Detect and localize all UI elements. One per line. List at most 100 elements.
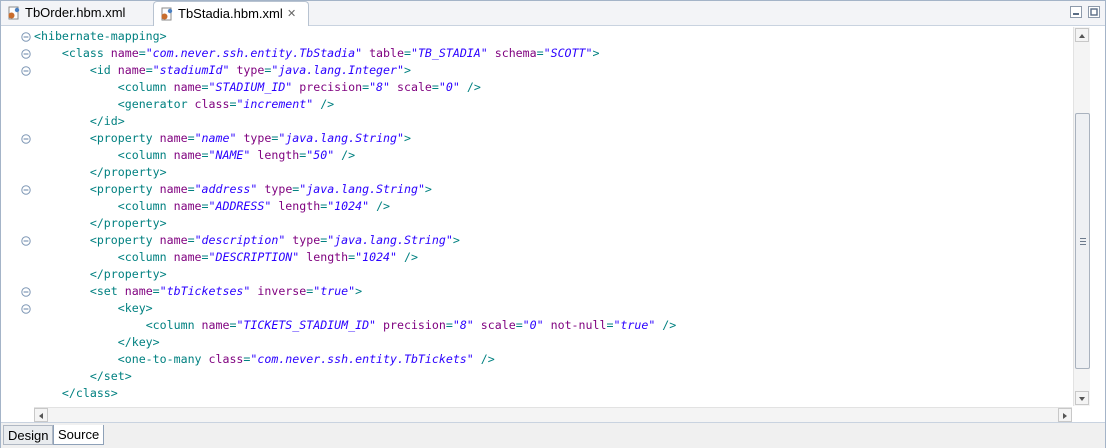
xml-attribute-value: "java.lang.String" bbox=[278, 131, 404, 145]
xml-attribute-value: "0" bbox=[438, 80, 460, 94]
xml-tag-token: = bbox=[152, 284, 160, 298]
xml-attribute-name: name bbox=[124, 284, 153, 298]
xml-tag-token: > bbox=[424, 182, 432, 196]
xml-attribute-name: scale bbox=[397, 80, 432, 94]
xml-tag-token: /> bbox=[459, 80, 481, 94]
xml-attribute-name: length bbox=[257, 148, 300, 162]
xml-attribute-value: "STADIUM_ID" bbox=[208, 80, 293, 94]
fold-collapse-icon[interactable] bbox=[21, 185, 31, 195]
fold-collapse-icon[interactable] bbox=[21, 49, 31, 59]
tab-design[interactable]: Design bbox=[3, 425, 54, 445]
code-line: </key> bbox=[34, 334, 676, 351]
code-line: </set> bbox=[34, 368, 676, 385]
xml-tag-token: = bbox=[201, 148, 209, 162]
xml-attribute-name: name bbox=[110, 46, 139, 60]
code-area[interactable]: <hibernate-mapping> <class name="com.nev… bbox=[34, 28, 676, 402]
code-line: <class name = "com.never.ssh.entity.TbStad… bbox=[34, 45, 676, 62]
code-line: <column name="NAME" length="50" /> bbox=[34, 147, 676, 164]
code-line: <property name="description" type="java.… bbox=[34, 232, 676, 249]
xml-tag-token: /> bbox=[397, 250, 418, 264]
xml-attribute-value: "0" bbox=[522, 318, 544, 332]
xml-tag-token bbox=[390, 80, 397, 94]
xml-tag-token: /> bbox=[313, 97, 335, 111]
xml-attribute-value: "50" bbox=[306, 148, 335, 162]
code-line: <column name="DESCRIPTION" length="1024"… bbox=[34, 249, 676, 266]
xml-attribute-value: "SCOTT" bbox=[543, 46, 593, 60]
code-line: <key> bbox=[34, 300, 676, 317]
xml-tag-token: > bbox=[452, 233, 460, 247]
xml-tag-token bbox=[376, 318, 383, 332]
scroll-left-arrow-icon[interactable] bbox=[34, 408, 48, 422]
horizontal-scrollbar[interactable] bbox=[34, 407, 1072, 422]
fold-collapse-icon[interactable] bbox=[21, 304, 31, 314]
code-line: <property name="name" type="java.lang.St… bbox=[34, 130, 676, 147]
xml-tag-token: /> bbox=[655, 318, 677, 332]
vertical-scrollbar[interactable] bbox=[1073, 27, 1090, 406]
xml-tag-token: > bbox=[355, 284, 363, 298]
xml-attribute-name: inverse bbox=[257, 284, 307, 298]
xml-attribute-name: precision bbox=[299, 80, 363, 94]
xml-attribute-value: "name" bbox=[194, 131, 237, 145]
xml-tag-token: > bbox=[403, 63, 411, 77]
xml-attribute-value: "TICKETS_STADIUM_ID" bbox=[236, 318, 377, 332]
xml-attribute-value: "java.lang.String" bbox=[327, 233, 453, 247]
xml-attribute-name: class bbox=[194, 97, 230, 111]
xml-tag-token: = bbox=[201, 250, 209, 264]
xml-attribute-name: name bbox=[159, 233, 188, 247]
xml-tag-token: </property> bbox=[89, 216, 167, 230]
xml-attribute-name: name bbox=[173, 148, 202, 162]
xml-attribute-name: name bbox=[159, 131, 188, 145]
xml-tag-token: = bbox=[536, 46, 544, 60]
code-line: </property> bbox=[34, 215, 676, 232]
xml-attribute-name: name bbox=[173, 199, 202, 213]
xml-attribute-value: "true" bbox=[313, 284, 356, 298]
xml-tag-token: = bbox=[515, 318, 523, 332]
tab-label: TbStadia.hbm.xml bbox=[178, 6, 283, 21]
xml-attribute-value: "com.never.ssh.entity.TbStadia" bbox=[145, 46, 363, 60]
xml-tag-token: = bbox=[403, 46, 411, 60]
vertical-scroll-thumb[interactable] bbox=[1075, 113, 1090, 369]
xml-attribute-value: "stadiumId" bbox=[152, 63, 230, 77]
maximize-icon[interactable] bbox=[1087, 5, 1101, 19]
xml-attribute-value: "1024" bbox=[355, 250, 398, 264]
xml-attribute-name: not-null bbox=[550, 318, 607, 332]
xml-tag-token: = bbox=[201, 80, 209, 94]
xml-tag-token: <one-to-many bbox=[117, 352, 209, 366]
xml-tag-token: <id bbox=[89, 63, 118, 77]
xml-tag-token: = bbox=[445, 318, 453, 332]
xml-attribute-name: name bbox=[117, 63, 146, 77]
xml-tag-token: </key> bbox=[117, 335, 160, 349]
close-icon[interactable]: ✕ bbox=[287, 2, 296, 26]
xml-tag-token: <property bbox=[89, 233, 160, 247]
xml-attribute-name: class bbox=[208, 352, 244, 366]
xml-attribute-value: "8" bbox=[369, 80, 391, 94]
xml-attribute-name: type bbox=[292, 233, 321, 247]
xml-tag-token: </property> bbox=[89, 165, 167, 179]
xml-tag-token: <hibernate-mapping> bbox=[34, 29, 167, 43]
xml-tag-token: <class bbox=[61, 46, 111, 60]
xml-attribute-name: precision bbox=[383, 318, 446, 332]
minimize-icon[interactable] bbox=[1069, 5, 1083, 19]
xml-tag-token: > bbox=[403, 131, 411, 145]
xml-attribute-value: "DESCRIPTION" bbox=[208, 250, 300, 264]
scroll-down-arrow-icon[interactable] bbox=[1075, 391, 1089, 405]
code-line: <one-to-many class="com.never.ssh.entity… bbox=[34, 351, 676, 368]
scroll-up-arrow-icon[interactable] bbox=[1075, 28, 1089, 42]
xml-tag-token: = bbox=[431, 80, 439, 94]
code-line: <property name="address" type="java.lang… bbox=[34, 181, 676, 198]
tab-source[interactable]: Source bbox=[53, 425, 105, 445]
fold-collapse-icon[interactable] bbox=[21, 134, 31, 144]
code-line: </property> bbox=[34, 266, 676, 283]
fold-collapse-icon[interactable] bbox=[21, 32, 31, 42]
tab-tbstadia-hbm-xml[interactable]: TbStadia.hbm.xml ✕ bbox=[153, 1, 309, 26]
tab-tborder-hbm-xml[interactable]: TbOrder.hbm.xml bbox=[3, 1, 149, 25]
fold-collapse-icon[interactable] bbox=[21, 287, 31, 297]
scroll-right-arrow-icon[interactable] bbox=[1058, 408, 1072, 422]
xml-attribute-name: name bbox=[173, 80, 202, 94]
xml-tag-token: <column bbox=[117, 148, 174, 162]
fold-collapse-icon[interactable] bbox=[21, 236, 31, 246]
source-editor[interactable]: <hibernate-mapping> <class name="com.nev… bbox=[1, 26, 1105, 422]
fold-collapse-icon[interactable] bbox=[21, 66, 31, 76]
xml-tag-token: <set bbox=[89, 284, 125, 298]
xml-tag-token: <column bbox=[117, 199, 174, 213]
